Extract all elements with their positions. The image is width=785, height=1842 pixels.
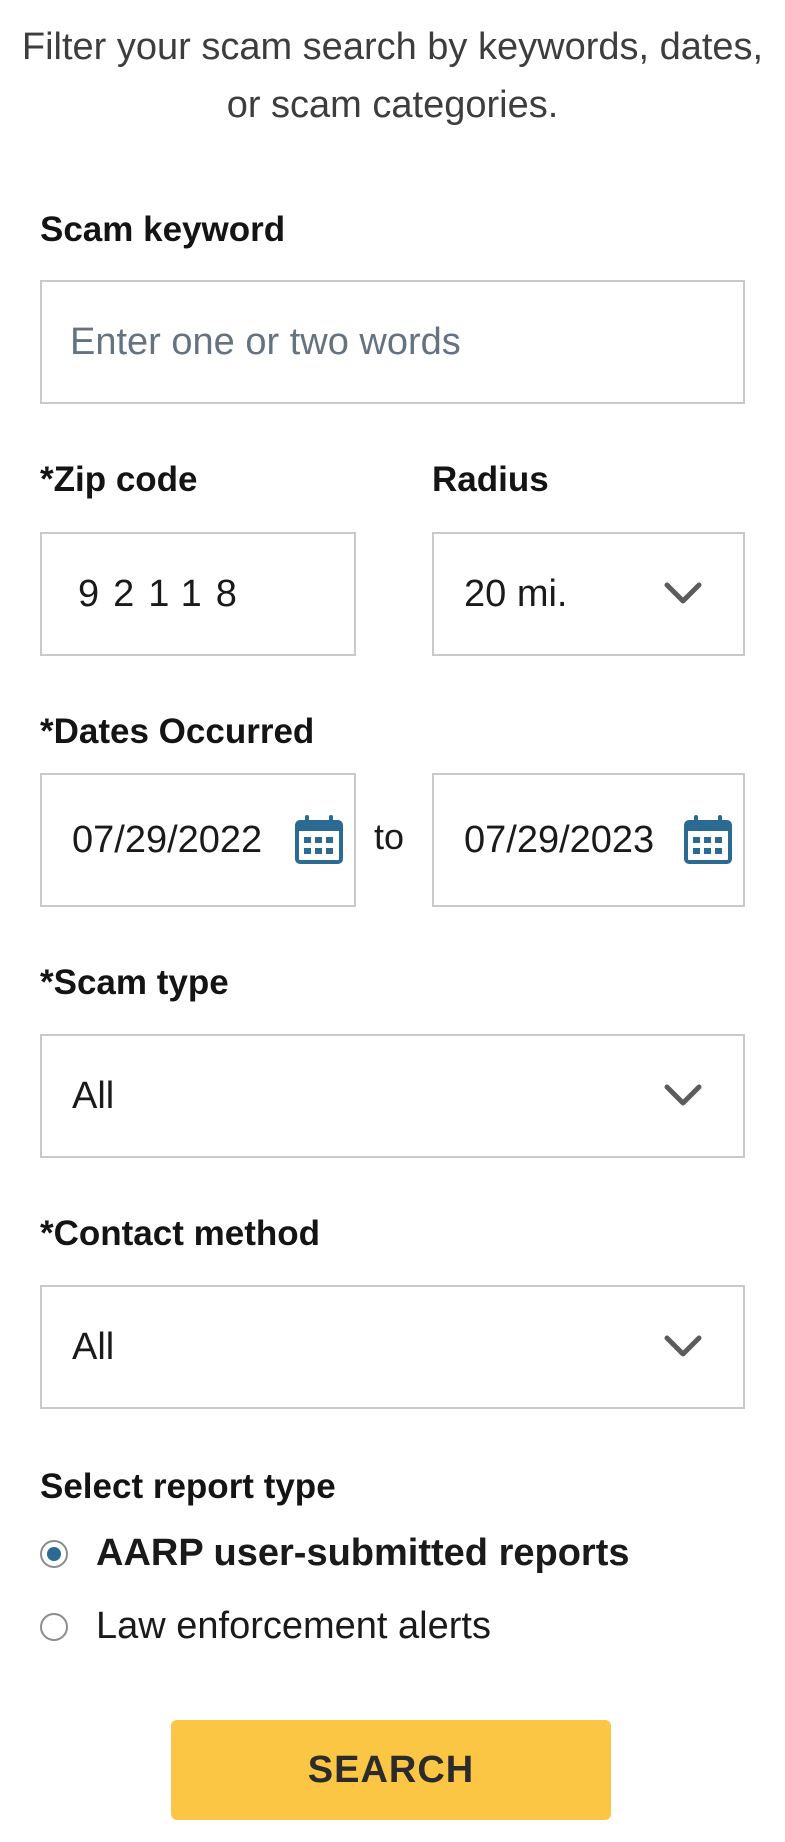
calendar-icon[interactable] bbox=[294, 815, 344, 865]
chevron-down-icon bbox=[664, 1084, 702, 1106]
keyword-input[interactable] bbox=[42, 320, 743, 364]
search-button[interactable]: SEARCH bbox=[171, 1720, 611, 1820]
date-to-value: 07/29/2023 bbox=[464, 818, 655, 861]
chevron-down-icon bbox=[664, 582, 702, 604]
intro-text: Filter your scam search by keywords, dat… bbox=[0, 18, 785, 134]
date-to-field[interactable]: 07/29/2023 bbox=[432, 773, 745, 907]
contact-method-value: All bbox=[72, 1325, 115, 1368]
radius-value: 20 mi. bbox=[464, 572, 568, 615]
scam-type-label: *Scam type bbox=[40, 963, 229, 1002]
radius-label: Radius bbox=[432, 460, 549, 499]
scam-type-select[interactable]: All bbox=[40, 1034, 745, 1158]
contact-method-label: *Contact method bbox=[40, 1214, 320, 1253]
contact-method-select[interactable]: All bbox=[40, 1285, 745, 1409]
intro-line-1: Filter your scam search by keywords, dat… bbox=[21, 26, 764, 68]
report-option-aarp-label: AARP user-submitted reports bbox=[96, 1532, 630, 1574]
report-type-label: Select report type bbox=[40, 1467, 336, 1506]
report-option-law-enforcement-label: Law enforcement alerts bbox=[96, 1605, 491, 1647]
radio-button[interactable] bbox=[40, 1539, 68, 1568]
calendar-icon[interactable] bbox=[683, 815, 733, 865]
dates-label: *Dates Occurred bbox=[40, 712, 315, 751]
zip-field[interactable] bbox=[40, 532, 356, 656]
chevron-down-icon bbox=[664, 1335, 702, 1357]
zip-input[interactable] bbox=[42, 572, 354, 616]
report-option-aarp[interactable]: AARP user-submitted reports bbox=[40, 1532, 630, 1575]
date-from-value: 07/29/2022 bbox=[72, 818, 263, 861]
radio-button[interactable] bbox=[40, 1612, 68, 1641]
radius-select[interactable]: 20 mi. bbox=[432, 532, 745, 656]
date-separator: to bbox=[374, 816, 405, 857]
radio-selected-dot bbox=[47, 1546, 61, 1561]
date-from-field[interactable]: 07/29/2022 bbox=[40, 773, 356, 907]
report-option-law-enforcement[interactable]: Law enforcement alerts bbox=[40, 1605, 491, 1648]
keyword-label: Scam keyword bbox=[40, 210, 286, 249]
keyword-field[interactable] bbox=[40, 280, 745, 404]
intro-line-2: or scam categories. bbox=[226, 84, 559, 126]
zip-label: *Zip code bbox=[40, 460, 198, 499]
scam-type-value: All bbox=[72, 1074, 115, 1117]
